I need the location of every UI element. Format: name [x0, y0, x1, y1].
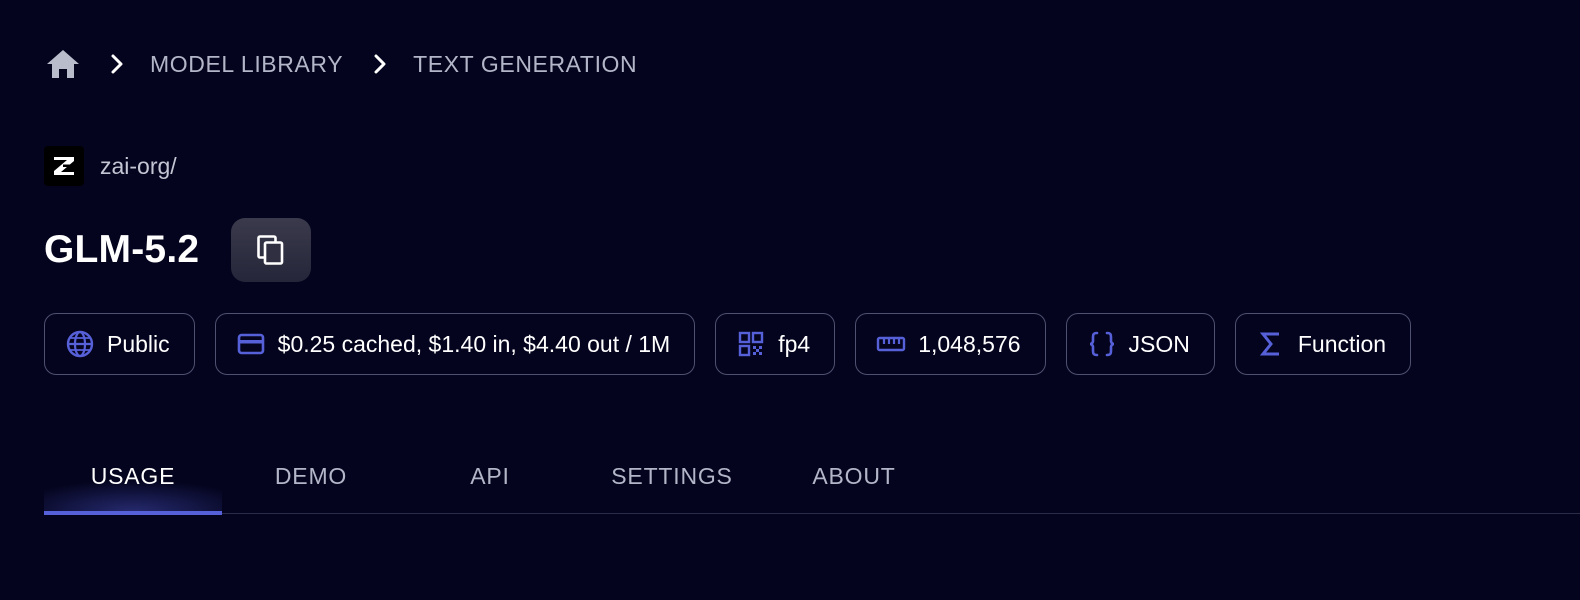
- quantization-chip: fp4: [715, 313, 836, 375]
- chevron-right-icon: [106, 53, 128, 75]
- globe-icon: [65, 329, 95, 359]
- chevron-right-icon: [369, 53, 391, 75]
- sigma-icon: [1256, 329, 1286, 359]
- ruler-icon: [876, 329, 906, 359]
- tab-settings-label: SETTINGS: [611, 462, 733, 489]
- qr-code-icon: [736, 329, 766, 359]
- function-calling-label: Function: [1297, 330, 1387, 357]
- context-length-label: 1,048,576: [918, 330, 1021, 357]
- tab-demo[interactable]: DEMO: [222, 440, 400, 512]
- tab-bar: USAGE DEMO API SETTINGS ABOUT: [44, 440, 1580, 515]
- zai-logo: [44, 146, 84, 186]
- tab-api-label: API: [470, 462, 510, 489]
- quantization-label: fp4: [778, 330, 811, 357]
- tab-about[interactable]: ABOUT: [764, 440, 944, 512]
- breadcrumb: MODEL LIBRARY TEXT GENERATION: [44, 44, 637, 84]
- pricing-label: $0.25 cached, $1.40 in, $4.40 out / 1M: [277, 330, 671, 357]
- context-length-chip: 1,048,576: [855, 313, 1046, 375]
- tab-usage-label: USAGE: [90, 462, 176, 489]
- visibility-label: Public: [107, 330, 170, 357]
- breadcrumb-model-library[interactable]: MODEL LIBRARY: [150, 51, 343, 78]
- function-calling-chip: Function: [1234, 313, 1412, 375]
- json-mode-chip: JSON: [1065, 313, 1215, 375]
- page-title: GLM-5.2: [44, 228, 200, 271]
- tab-api[interactable]: API: [400, 440, 580, 512]
- tab-settings[interactable]: SETTINGS: [580, 440, 764, 512]
- active-tab-indicator: [44, 511, 222, 515]
- copy-icon: [256, 234, 286, 266]
- org-row: zai-org/: [44, 146, 177, 186]
- home-icon[interactable]: [44, 45, 82, 83]
- org-name-link[interactable]: zai-org/: [100, 153, 177, 180]
- json-mode-label: JSON: [1128, 330, 1190, 357]
- breadcrumb-text-generation[interactable]: TEXT GENERATION: [413, 51, 637, 78]
- braces-icon: [1087, 329, 1117, 359]
- model-title-row: GLM-5.2: [44, 218, 312, 282]
- tab-usage[interactable]: USAGE: [44, 440, 222, 512]
- tab-about-label: ABOUT: [812, 462, 896, 489]
- pricing-chip: $0.25 cached, $1.40 in, $4.40 out / 1M: [214, 313, 696, 375]
- visibility-chip: Public: [44, 313, 195, 375]
- credit-card-icon: [236, 329, 266, 359]
- tab-demo-label: DEMO: [274, 462, 348, 489]
- model-attributes: Public $0.25 cached, $1.40 in, $4.40 out…: [44, 313, 1412, 375]
- copy-button[interactable]: [231, 218, 312, 282]
